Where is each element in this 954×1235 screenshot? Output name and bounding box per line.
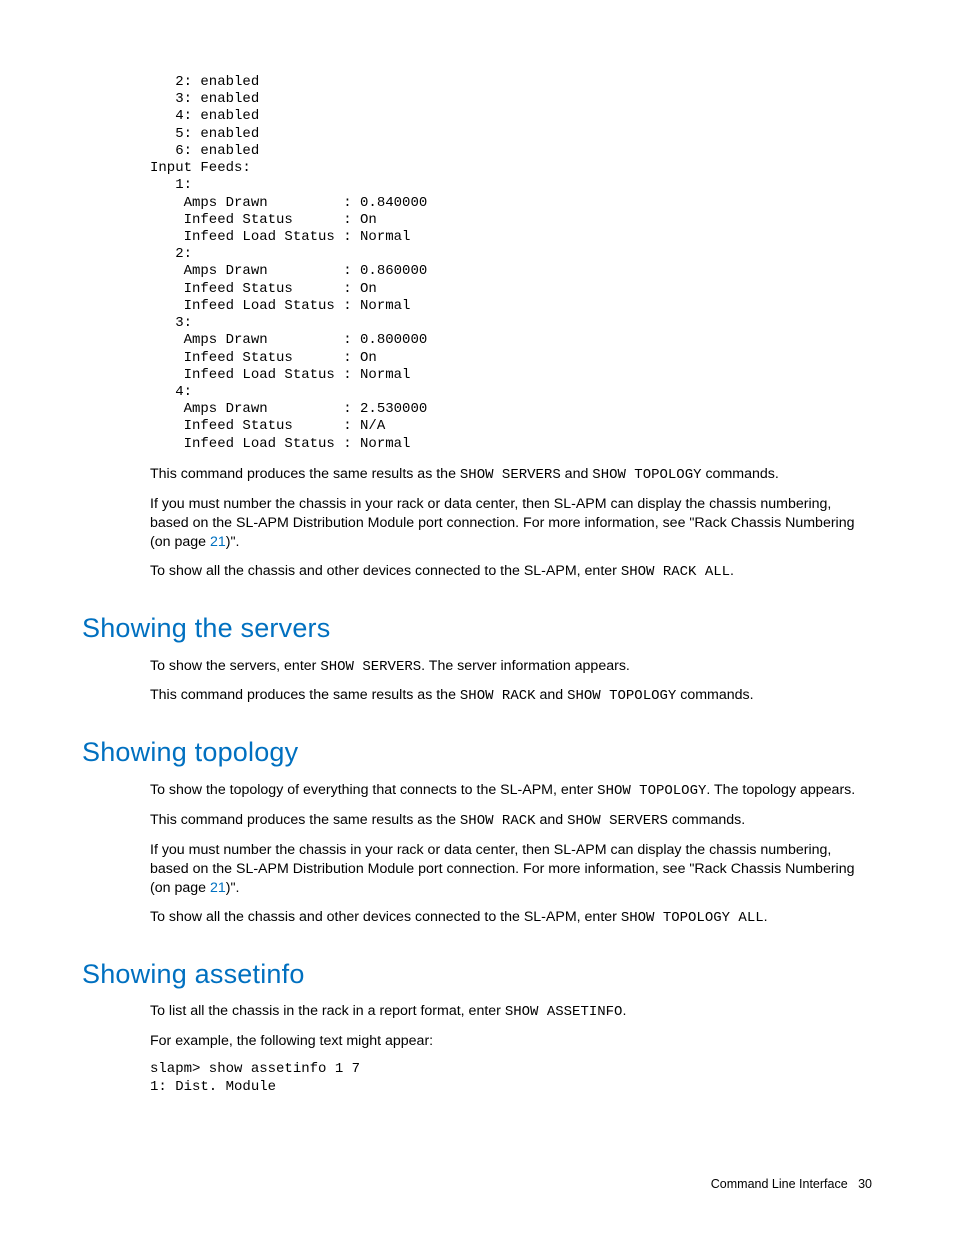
text: commands. bbox=[668, 812, 745, 828]
heading-showing-assetinfo: Showing assetinfo bbox=[82, 956, 872, 992]
page-link-21-b[interactable]: 21 bbox=[210, 880, 226, 896]
text: commands. bbox=[676, 687, 753, 703]
text: To show the servers, enter bbox=[150, 658, 320, 674]
terminal-output-2: slapm> show assetinfo 1 7 1: Dist. Modul… bbox=[150, 1061, 872, 1095]
text: )". bbox=[226, 534, 240, 550]
text: . bbox=[730, 563, 734, 579]
text: commands. bbox=[702, 466, 779, 482]
cmd-show-topology: SHOW TOPOLOGY bbox=[592, 467, 701, 483]
text: . bbox=[622, 1003, 626, 1019]
text: . The server information appears. bbox=[421, 658, 630, 674]
text: )". bbox=[226, 880, 240, 896]
paragraph-same-results-2: This command produces the same results a… bbox=[150, 686, 872, 706]
text: and bbox=[536, 687, 568, 703]
paragraph-show-servers: To show the servers, enter SHOW SERVERS.… bbox=[150, 657, 872, 677]
cmd-show-rack-2: SHOW RACK bbox=[460, 813, 536, 829]
paragraph-chassis-numbering-2: If you must number the chassis in your r… bbox=[150, 841, 872, 899]
cmd-show-servers: SHOW SERVERS bbox=[460, 467, 561, 483]
cmd-show-servers-3: SHOW SERVERS bbox=[567, 813, 668, 829]
cmd-show-servers-2: SHOW SERVERS bbox=[320, 659, 421, 675]
text: . bbox=[764, 909, 768, 925]
cmd-show-topology-2: SHOW TOPOLOGY bbox=[567, 688, 676, 704]
page-link-21[interactable]: 21 bbox=[210, 534, 226, 550]
text: If you must number the chassis in your r… bbox=[150, 842, 855, 896]
text: To show the topology of everything that … bbox=[150, 782, 597, 798]
text: and bbox=[561, 466, 593, 482]
text: To show all the chassis and other device… bbox=[150, 909, 621, 925]
paragraph-show-rack-all: To show all the chassis and other device… bbox=[150, 562, 872, 582]
text: To list all the chassis in the rack in a… bbox=[150, 1003, 505, 1019]
cmd-show-assetinfo: SHOW ASSETINFO bbox=[505, 1004, 623, 1020]
text: This command produces the same results a… bbox=[150, 687, 460, 703]
terminal-output-1: 2: enabled 3: enabled 4: enabled 5: enab… bbox=[150, 74, 872, 453]
page-footer: Command Line Interface 30 bbox=[711, 1176, 872, 1193]
cmd-show-topology-3: SHOW TOPOLOGY bbox=[597, 783, 706, 799]
text: This command produces the same results a… bbox=[150, 466, 460, 482]
text: To show all the chassis and other device… bbox=[150, 563, 621, 579]
footer-page-number: 30 bbox=[858, 1177, 872, 1191]
paragraph-same-results-1: This command produces the same results a… bbox=[150, 465, 872, 485]
footer-section: Command Line Interface bbox=[711, 1177, 848, 1191]
page-content: 2: enabled 3: enabled 4: enabled 5: enab… bbox=[0, 0, 954, 1235]
text: If you must number the chassis in your r… bbox=[150, 496, 855, 550]
cmd-show-rack-all: SHOW RACK ALL bbox=[621, 564, 730, 580]
cmd-show-topology-all: SHOW TOPOLOGY ALL bbox=[621, 910, 764, 926]
paragraph-chassis-numbering-1: If you must number the chassis in your r… bbox=[150, 495, 872, 553]
cmd-show-rack: SHOW RACK bbox=[460, 688, 536, 704]
paragraph-show-topology: To show the topology of everything that … bbox=[150, 781, 872, 801]
text: . The topology appears. bbox=[706, 782, 855, 798]
paragraph-show-assetinfo: To list all the chassis in the rack in a… bbox=[150, 1002, 872, 1022]
text: and bbox=[536, 812, 568, 828]
heading-showing-topology: Showing topology bbox=[82, 734, 872, 770]
paragraph-show-topology-all: To show all the chassis and other device… bbox=[150, 908, 872, 928]
paragraph-example-intro: For example, the following text might ap… bbox=[150, 1032, 872, 1051]
paragraph-same-results-3: This command produces the same results a… bbox=[150, 811, 872, 831]
heading-showing-servers: Showing the servers bbox=[82, 610, 872, 646]
text: This command produces the same results a… bbox=[150, 812, 460, 828]
